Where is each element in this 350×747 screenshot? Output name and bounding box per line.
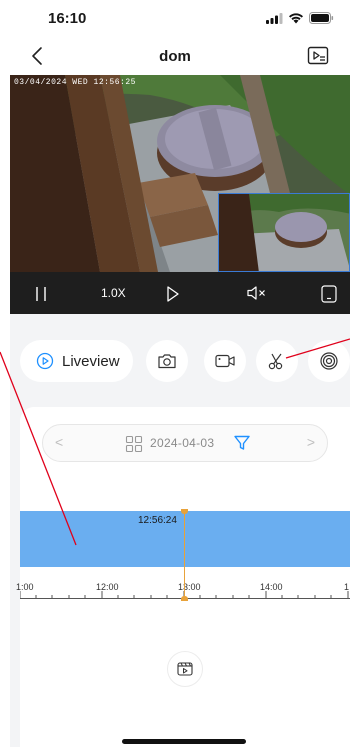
pip-camera-view[interactable] bbox=[218, 193, 350, 272]
liveview-label: Liveview bbox=[62, 352, 120, 370]
record-button[interactable] bbox=[204, 340, 246, 382]
camera-icon bbox=[158, 354, 176, 369]
pause-icon[interactable] bbox=[34, 286, 48, 302]
video-timestamp: 03/04/2024 WED 12:56:25 bbox=[14, 78, 136, 87]
playback-controls: 1.0X bbox=[10, 272, 350, 314]
nav-bar: dom bbox=[0, 40, 350, 74]
grid-view-icon[interactable] bbox=[125, 435, 143, 453]
snapshot-button[interactable] bbox=[146, 340, 188, 382]
play-icon[interactable] bbox=[165, 285, 181, 303]
status-time: 16:10 bbox=[48, 10, 87, 27]
settings-round-button[interactable] bbox=[308, 340, 350, 382]
timeline-cursor[interactable] bbox=[184, 511, 185, 601]
page-title: dom bbox=[159, 48, 191, 65]
video-camera-icon bbox=[215, 354, 235, 368]
playlist-icon[interactable] bbox=[306, 44, 330, 68]
prev-date-icon[interactable]: < bbox=[55, 434, 63, 450]
date-picker: < 2024-04-03 > bbox=[42, 424, 328, 462]
fullscreen-icon[interactable] bbox=[319, 284, 339, 304]
playback-speed-button[interactable]: 1.0X bbox=[101, 286, 126, 300]
mute-icon[interactable] bbox=[246, 285, 268, 301]
clips-button[interactable] bbox=[167, 651, 203, 687]
timeline-current-time: 12:56:24 bbox=[138, 515, 177, 526]
status-icons bbox=[266, 12, 334, 24]
clip-button[interactable] bbox=[256, 340, 298, 382]
video-player[interactable]: 03/04/2024 WED 12:56:25 bbox=[10, 75, 350, 272]
film-clip-icon bbox=[177, 662, 193, 676]
timeline-cursor-top-handle[interactable] bbox=[181, 509, 188, 514]
target-icon bbox=[320, 352, 338, 370]
status-bar: 16:10 bbox=[0, 0, 350, 36]
liveview-play-icon bbox=[36, 352, 54, 370]
timeline-recording-band[interactable]: 12:56:24 bbox=[20, 511, 350, 567]
filter-icon[interactable] bbox=[233, 434, 251, 452]
next-date-icon[interactable]: > bbox=[307, 434, 315, 450]
cellular-signal-icon bbox=[266, 12, 283, 24]
selected-date[interactable]: 2024-04-03 bbox=[150, 436, 214, 450]
wifi-icon bbox=[289, 13, 303, 24]
pip-feed-image bbox=[219, 194, 349, 271]
timeline-cursor-bottom-handle[interactable] bbox=[181, 596, 188, 601]
playback-card: < 2024-04-03 > bbox=[20, 407, 350, 747]
home-indicator bbox=[122, 739, 246, 744]
scissors-icon bbox=[268, 353, 283, 370]
liveview-button[interactable]: Liveview bbox=[20, 340, 133, 382]
battery-icon bbox=[309, 12, 334, 24]
